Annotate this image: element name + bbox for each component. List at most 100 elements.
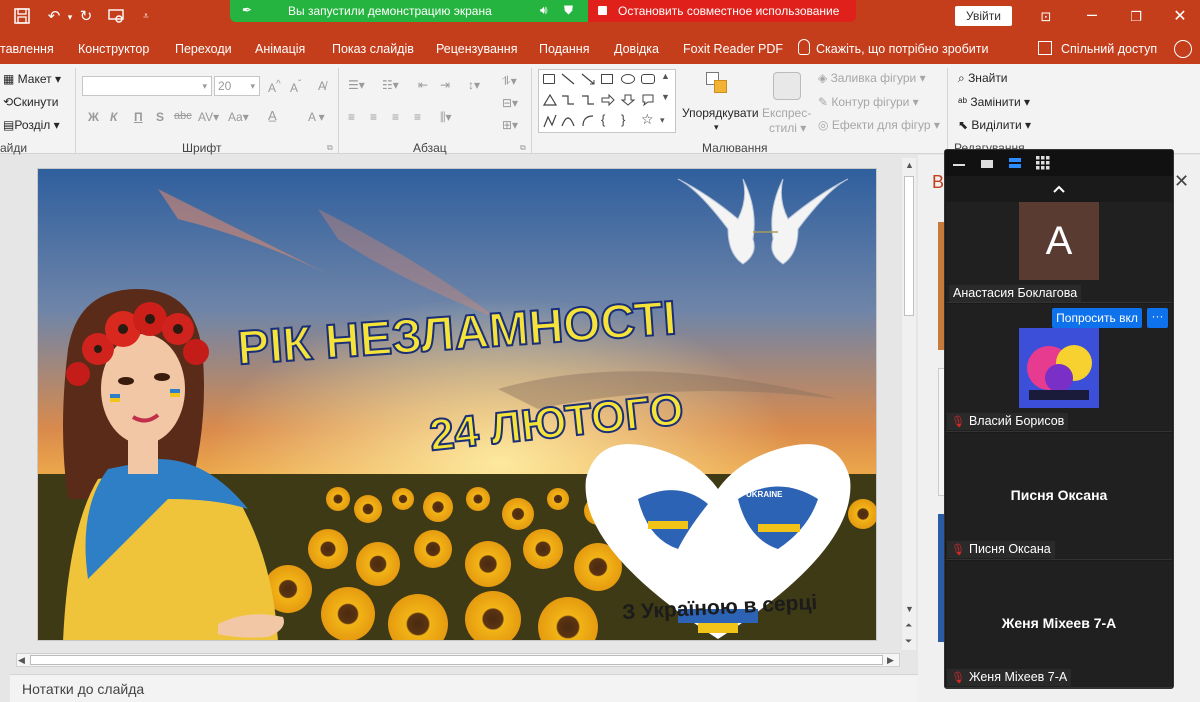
tab-animations[interactable]: Анімація [255, 42, 305, 56]
find-button[interactable]: ⌕ Знайти [958, 71, 1008, 86]
font-color-icon[interactable]: A̲ [268, 108, 277, 123]
grow-font-icon[interactable]: A^ [268, 79, 281, 95]
curve-shape-icon[interactable] [561, 114, 575, 128]
tab-foxit[interactable]: Foxit Reader PDF [683, 42, 783, 56]
italic-button[interactable]: К [110, 110, 117, 124]
save-icon[interactable] [12, 7, 32, 27]
arrange-dropdown-icon[interactable]: ▾ [714, 122, 719, 133]
left-brace-icon[interactable]: { [601, 112, 605, 127]
arrange-button[interactable]: Упорядкувати [682, 106, 759, 120]
font-name-combobox[interactable]: ▾ [82, 76, 212, 96]
font-size-combobox[interactable]: 20 ▾ [214, 76, 260, 96]
font-dialog-launcher[interactable]: ⧉ [327, 143, 333, 153]
minimize-icon[interactable]: – [1082, 4, 1102, 24]
align-center-icon[interactable]: ≡ [370, 110, 377, 124]
shape-outline-button[interactable]: ✎ Контур фігури ▾ [818, 95, 919, 109]
replace-button[interactable]: ᵃᵇ Замінити ▾ [958, 95, 1030, 109]
shadow-button[interactable]: S [156, 110, 164, 124]
increase-indent-icon[interactable]: ⇥ [440, 78, 450, 92]
text-direction-icon[interactable]: ⥮▾ [502, 74, 517, 89]
sign-in-button[interactable]: Увійти [955, 6, 1012, 26]
tell-me-search[interactable]: Скажіть, що потрібно зробити [816, 42, 989, 56]
align-text-icon[interactable]: ⊟▾ [502, 96, 518, 110]
present-icon[interactable] [106, 7, 126, 27]
quick-styles-button[interactable]: Експрес- [762, 106, 811, 120]
gallery-down-icon[interactable]: ▼ [661, 92, 670, 102]
paragraph-dialog-launcher[interactable]: ⧉ [520, 143, 526, 153]
horizontal-scroll-thumb[interactable] [30, 655, 883, 665]
strip-view-icon[interactable] [1009, 158, 1021, 168]
reset-button[interactable]: ⟲Скинути [3, 95, 59, 109]
shapes-gallery[interactable]: ▲ ▼ { } ☆ ▾ [538, 69, 676, 133]
layout-button[interactable]: ▦ Макет ▾ [3, 72, 61, 86]
tab-insert[interactable]: тавлення [0, 42, 54, 56]
character-spacing-icon[interactable]: AV▾ [198, 110, 219, 124]
align-right-icon[interactable]: ≡ [392, 110, 399, 124]
rectangle-shape-icon[interactable] [601, 74, 613, 84]
align-left-icon[interactable]: ≡ [348, 110, 355, 124]
columns-icon[interactable]: ⫼▾ [440, 110, 452, 125]
change-case-button[interactable]: Aa▾ [228, 110, 249, 124]
clear-formatting-icon[interactable]: A̸ [318, 79, 326, 93]
section-button[interactable]: ▤Розділ ▾ [3, 118, 60, 132]
line-spacing-icon[interactable]: ↕▾ [468, 78, 480, 92]
triangle-shape-icon[interactable] [543, 94, 557, 106]
bold-button[interactable]: Ж [88, 110, 99, 124]
arc-shape-icon[interactable] [581, 114, 595, 128]
elbow-arrow-icon[interactable] [581, 94, 595, 106]
scroll-left-icon[interactable]: ◀ [18, 655, 25, 666]
numbering-icon[interactable]: ☷▾ [382, 78, 399, 92]
tab-help[interactable]: Довідка [614, 42, 659, 56]
next-slide-icon[interactable]: ⏷ [905, 636, 912, 647]
scroll-participants-up-icon[interactable] [1052, 176, 1068, 202]
freeform-shape-icon[interactable] [543, 114, 557, 128]
shrink-font-icon[interactable]: Aˇ [290, 79, 301, 95]
notes-pane[interactable] [10, 674, 918, 702]
callout-shape-icon[interactable] [641, 94, 655, 106]
arrange-icon[interactable] [706, 72, 730, 96]
underline-button[interactable]: П [134, 110, 143, 124]
shape-effects-button[interactable]: ◎ Ефекти для фігур ▾ [818, 118, 940, 132]
smartart-icon[interactable]: ⊞▾ [502, 118, 518, 132]
previous-slide-icon[interactable]: ⏶ [905, 620, 912, 631]
bullets-icon[interactable]: ☰▾ [348, 78, 365, 92]
audio-icon[interactable]: 🔊︎ [540, 3, 548, 18]
down-arrow-shape-icon[interactable] [621, 94, 635, 106]
font-color-dropdown[interactable]: A ▾ [308, 110, 325, 124]
more-options-button[interactable]: ··· [1147, 308, 1168, 328]
line-shape-icon[interactable] [561, 73, 575, 85]
tab-design[interactable]: Конструктор [78, 42, 149, 56]
arrow-shape-icon[interactable] [581, 73, 595, 85]
close-icon[interactable]: ✕ [1170, 7, 1190, 27]
scroll-right-icon[interactable]: ▶ [887, 655, 894, 666]
stop-sharing-button[interactable]: Остановить совместное использование [588, 0, 856, 22]
decrease-indent-icon[interactable]: ⇤ [418, 78, 428, 92]
right-brace-icon[interactable]: } [621, 112, 625, 127]
customize-toolbar-icon[interactable]: ⩡ [136, 7, 156, 27]
tab-slideshow[interactable]: Показ слайдів [332, 42, 414, 56]
share-button[interactable]: Спільний доступ [1061, 42, 1157, 56]
right-arrow-shape-icon[interactable] [601, 94, 615, 106]
select-button[interactable]: ⬉ Виділити ▾ [958, 118, 1031, 132]
tab-transitions[interactable]: Переходи [175, 42, 232, 56]
gallery-up-icon[interactable]: ▲ [661, 71, 670, 81]
shape-fill-button[interactable]: ◈ Заливка фігури ▾ [818, 71, 926, 85]
scroll-down-icon[interactable]: ▼ [905, 604, 914, 614]
gallery-view-icon[interactable] [1036, 156, 1050, 170]
star-shape-icon[interactable]: ☆ [641, 111, 654, 128]
speaker-view-icon[interactable] [981, 160, 993, 168]
notes-placeholder[interactable]: Нотатки до слайда [22, 681, 144, 697]
ask-to-unmute-button[interactable]: Попросить вкл [1052, 308, 1142, 328]
textbox-shape-icon[interactable] [543, 74, 555, 84]
restore-icon[interactable]: ❐ [1126, 7, 1146, 27]
strikethrough-button[interactable]: abc [174, 110, 192, 122]
elbow-connector-icon[interactable] [561, 94, 575, 106]
tab-review[interactable]: Рецензування [436, 42, 517, 56]
vertical-scroll-thumb[interactable] [904, 176, 914, 316]
gallery-more-icon[interactable]: ▾ [660, 115, 665, 126]
pin-icon[interactable]: ✒ [242, 3, 252, 17]
minimize-video-icon[interactable] [953, 164, 965, 166]
tab-view[interactable]: Подання [539, 42, 589, 56]
scroll-up-icon[interactable]: ▲ [905, 160, 914, 170]
task-pane-close-icon[interactable]: ✕ [1174, 171, 1189, 192]
